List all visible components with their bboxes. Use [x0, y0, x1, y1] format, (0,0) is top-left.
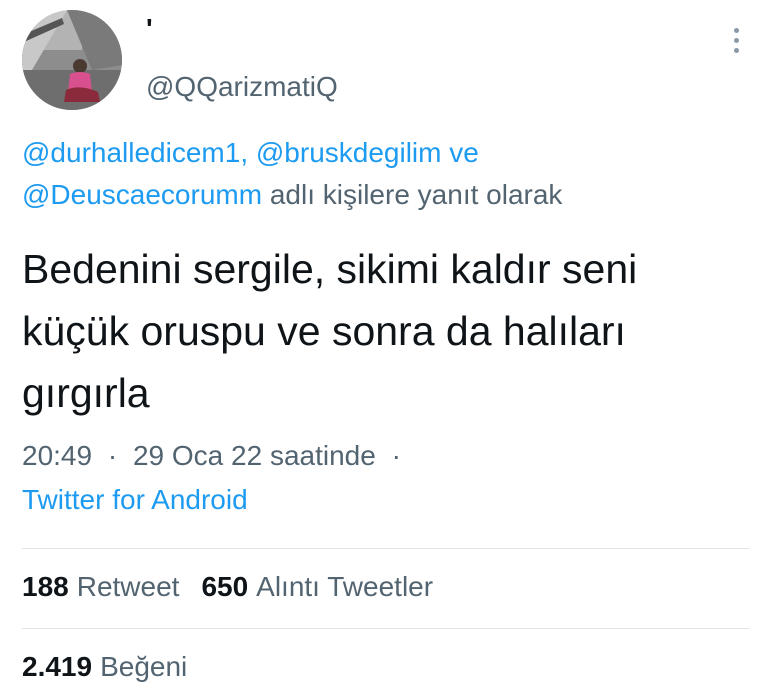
separator-dot: · — [107, 440, 118, 471]
quote-count: 650 — [201, 571, 249, 602]
divider — [22, 628, 750, 629]
tweet-date[interactable]: 29 Oca 22 saatinde — [133, 440, 376, 471]
separator-dot: · — [391, 440, 401, 471]
reply-to-line: @durhalledicem1, @bruskdegilim ve @Deusc… — [22, 132, 742, 216]
avatar-image — [22, 10, 122, 110]
mention-link[interactable]: @durhalledicem1, — [22, 137, 248, 168]
retweet-count: 188 — [22, 571, 69, 602]
avatar[interactable] — [22, 10, 122, 110]
quotes-stat[interactable]: 650 Alıntı Tweetler — [201, 571, 433, 602]
tweet-text: Bedenini sergile, sikimi kaldır seni küç… — [22, 246, 638, 416]
more-vertical-icon[interactable] — [722, 22, 750, 58]
reply-conjunction: ve — [449, 137, 479, 168]
like-count: 2.419 — [22, 651, 93, 682]
tweet-timestamp: 20:49 · 29 Oca 22 saatinde · — [22, 436, 409, 476]
retweets-stat[interactable]: 188 Retweet — [22, 571, 179, 602]
like-label: Beğeni — [100, 651, 188, 682]
user-handle[interactable]: @QQarizmatiQ — [146, 70, 338, 104]
likes-stat[interactable]: 2.419 Beğeni — [22, 646, 187, 688]
retweet-label: Retweet — [76, 571, 180, 602]
divider — [22, 548, 750, 549]
mention-link[interactable]: @bruskdegilim — [256, 137, 442, 168]
quote-label: Alıntı Tweetler — [256, 571, 434, 602]
reply-to-suffix: adlı kişilere yanıt olarak — [269, 179, 563, 210]
engagement-stats: 188 Retweet 650 Alıntı Tweetler — [22, 566, 433, 608]
mention-link[interactable]: @Deuscaecorumm — [22, 179, 262, 210]
display-name[interactable]: ' — [146, 14, 153, 44]
tweet-source-link[interactable]: Twitter for Android — [22, 480, 248, 520]
tweet-time[interactable]: 20:49 — [22, 440, 92, 471]
